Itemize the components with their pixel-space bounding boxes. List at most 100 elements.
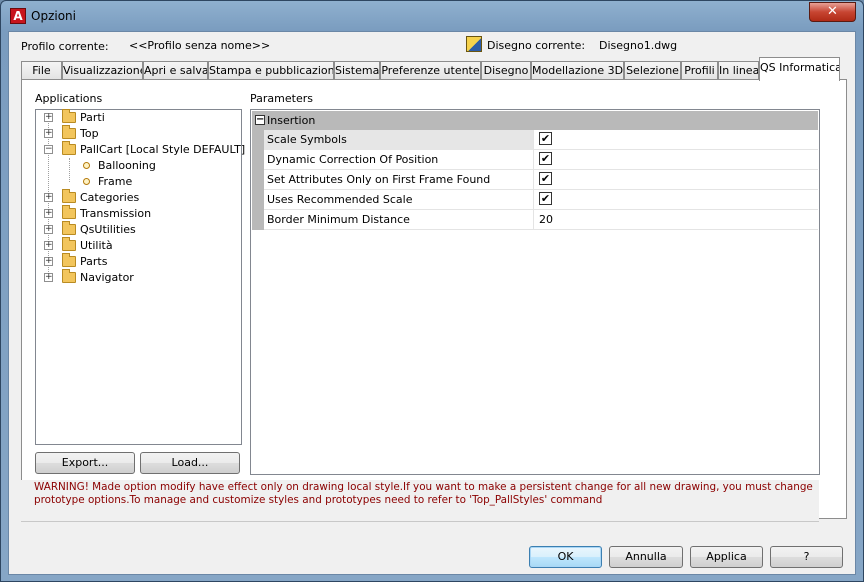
tree-node-frame[interactable]: Frame bbox=[36, 174, 241, 190]
param-name: Set Attributes Only on First Frame Found bbox=[264, 170, 534, 190]
tree-node-label: QsUtilities bbox=[80, 223, 136, 236]
tree-node-label: Transmission bbox=[80, 207, 152, 220]
collapse-icon[interactable]: − bbox=[44, 145, 53, 154]
tree-node-top[interactable]: + Top bbox=[36, 125, 241, 142]
applications-label: Applications bbox=[35, 92, 103, 105]
expand-icon[interactable]: + bbox=[44, 209, 53, 218]
set-attributes-checkbox[interactable]: ✔ bbox=[539, 172, 552, 185]
tree-node-navigator[interactable]: + Navigator bbox=[36, 269, 241, 286]
row-gutter bbox=[252, 170, 264, 190]
param-name: Uses Recommended Scale bbox=[264, 190, 534, 210]
tab-selezione[interactable]: Selezione bbox=[624, 61, 681, 79]
expand-icon[interactable]: + bbox=[44, 113, 53, 122]
help-button[interactable]: ? bbox=[770, 546, 843, 568]
expand-icon[interactable]: + bbox=[44, 241, 53, 250]
tree-node-label: Frame bbox=[98, 175, 133, 188]
param-row-set-attributes[interactable]: Set Attributes Only on First Frame Found… bbox=[252, 170, 818, 190]
close-button[interactable]: ✕ bbox=[809, 2, 856, 22]
load-button[interactable]: Load... bbox=[140, 452, 240, 474]
folder-icon bbox=[62, 189, 76, 203]
recommended-scale-checkbox[interactable]: ✔ bbox=[539, 192, 552, 205]
expand-icon[interactable]: + bbox=[44, 129, 53, 138]
tree-node-label: Ballooning bbox=[98, 159, 156, 172]
current-drawing-value: Disegno1.dwg bbox=[599, 39, 678, 52]
row-gutter bbox=[252, 130, 264, 150]
tab-profili[interactable]: Profili bbox=[681, 61, 718, 79]
tab-file[interactable]: File bbox=[21, 61, 62, 79]
applications-tree[interactable]: + Parti + Top − PallCart [Local Style DE… bbox=[35, 109, 245, 445]
tree-node-transmission[interactable]: + Transmission bbox=[36, 205, 241, 222]
tab-disegno[interactable]: Disegno bbox=[481, 61, 531, 79]
title-bar[interactable]: A Opzioni ✕ bbox=[1, 1, 863, 31]
folder-open-icon bbox=[62, 141, 76, 155]
param-name: Scale Symbols bbox=[264, 130, 534, 150]
param-row-border-distance[interactable]: Border Minimum Distance 20 bbox=[252, 210, 818, 230]
options-dialog: A Opzioni ✕ Profilo corrente: <<Profilo … bbox=[0, 0, 864, 582]
expand-icon[interactable]: + bbox=[44, 225, 53, 234]
tab-qs-informatica[interactable]: QS Informatica bbox=[759, 57, 840, 81]
row-gutter bbox=[252, 210, 264, 230]
tab-preferenze-utente[interactable]: Preferenze utente bbox=[380, 61, 481, 79]
warning-message: WARNING! Made option modify have effect … bbox=[21, 480, 819, 522]
folder-icon bbox=[62, 221, 76, 235]
expand-icon[interactable]: + bbox=[44, 273, 53, 282]
option-node-icon bbox=[83, 162, 90, 169]
expand-icon[interactable]: + bbox=[44, 193, 53, 202]
parameters-grid: − Insertion Scale Symbols ✔ Dynamic Corr… bbox=[250, 109, 820, 475]
current-drawing-label: Disegno corrente: bbox=[487, 39, 586, 52]
tab-modellazione-3d[interactable]: Modellazione 3D bbox=[531, 61, 624, 79]
folder-icon bbox=[62, 205, 76, 219]
tab-stampa-e-pubblicazione[interactable]: Stampa e pubblicazione bbox=[208, 61, 334, 79]
parameters-label: Parameters bbox=[250, 92, 313, 105]
export-button[interactable]: Export... bbox=[35, 452, 135, 474]
param-name: Border Minimum Distance bbox=[264, 210, 534, 230]
folder-icon bbox=[62, 125, 76, 139]
group-title: Insertion bbox=[267, 114, 316, 127]
drawing-file-icon bbox=[466, 36, 482, 52]
expand-icon[interactable]: + bbox=[44, 257, 53, 266]
current-profile-value: <<Profilo senza nome>> bbox=[129, 39, 271, 52]
insertion-group-header[interactable]: − Insertion bbox=[252, 111, 818, 130]
scale-symbols-checkbox[interactable]: ✔ bbox=[539, 132, 552, 145]
param-row-dynamic-correction[interactable]: Dynamic Correction Of Position ✔ bbox=[252, 150, 818, 170]
tree-node-label: Parts bbox=[80, 255, 108, 268]
folder-icon bbox=[62, 253, 76, 267]
tab-apri-e-salva[interactable]: Apri e salva bbox=[143, 61, 208, 79]
collapse-icon[interactable]: − bbox=[255, 115, 265, 125]
folder-icon bbox=[62, 109, 76, 123]
row-gutter bbox=[252, 150, 264, 170]
tab-visualizzazione[interactable]: Visualizzazione bbox=[62, 61, 143, 79]
tree-node-qsutilities[interactable]: + QsUtilities bbox=[36, 221, 241, 238]
current-profile-label: Profilo corrente: bbox=[21, 40, 109, 53]
option-node-icon bbox=[83, 178, 90, 185]
apply-button[interactable]: Applica bbox=[690, 546, 763, 568]
window-title: Opzioni bbox=[31, 9, 76, 23]
tree-node-label: PallCart [Local Style DEFAULT] bbox=[80, 143, 246, 156]
dialog-body: Profilo corrente: <<Profilo senza nome>>… bbox=[8, 31, 856, 575]
tree-node-ballooning[interactable]: Ballooning bbox=[36, 158, 241, 174]
tree-node-parts[interactable]: + Parts bbox=[36, 253, 241, 270]
tree-node-utilita[interactable]: + Utilità bbox=[36, 237, 241, 254]
cancel-button[interactable]: Annulla bbox=[609, 546, 683, 568]
autocad-logo-icon: A bbox=[10, 8, 26, 24]
tree-node-label: Parti bbox=[80, 111, 105, 124]
tree-node-label: Categories bbox=[80, 191, 140, 204]
ok-button[interactable]: OK bbox=[529, 546, 602, 568]
tree-node-label: Top bbox=[80, 127, 99, 140]
folder-icon bbox=[62, 269, 76, 283]
tab-sistema[interactable]: Sistema bbox=[334, 61, 380, 79]
tree-node-label: Navigator bbox=[80, 271, 134, 284]
param-row-recommended-scale[interactable]: Uses Recommended Scale ✔ bbox=[252, 190, 818, 210]
tree-node-label: Utilità bbox=[80, 239, 113, 252]
tree-node-pallcart[interactable]: − PallCart [Local Style DEFAULT] bbox=[36, 141, 245, 158]
folder-icon bbox=[62, 237, 76, 251]
qs-informatica-panel: Applications Parameters + Parti + Top − bbox=[21, 79, 847, 519]
tree-node-parti[interactable]: + Parti bbox=[36, 109, 241, 126]
tab-in-linea[interactable]: In linea bbox=[718, 61, 759, 79]
border-distance-value[interactable]: 20 bbox=[539, 213, 553, 226]
row-gutter bbox=[252, 190, 264, 210]
dynamic-correction-checkbox[interactable]: ✔ bbox=[539, 152, 552, 165]
param-name: Dynamic Correction Of Position bbox=[264, 150, 534, 170]
tree-node-categories[interactable]: + Categories bbox=[36, 189, 241, 206]
param-row-scale-symbols[interactable]: Scale Symbols ✔ bbox=[252, 130, 818, 150]
